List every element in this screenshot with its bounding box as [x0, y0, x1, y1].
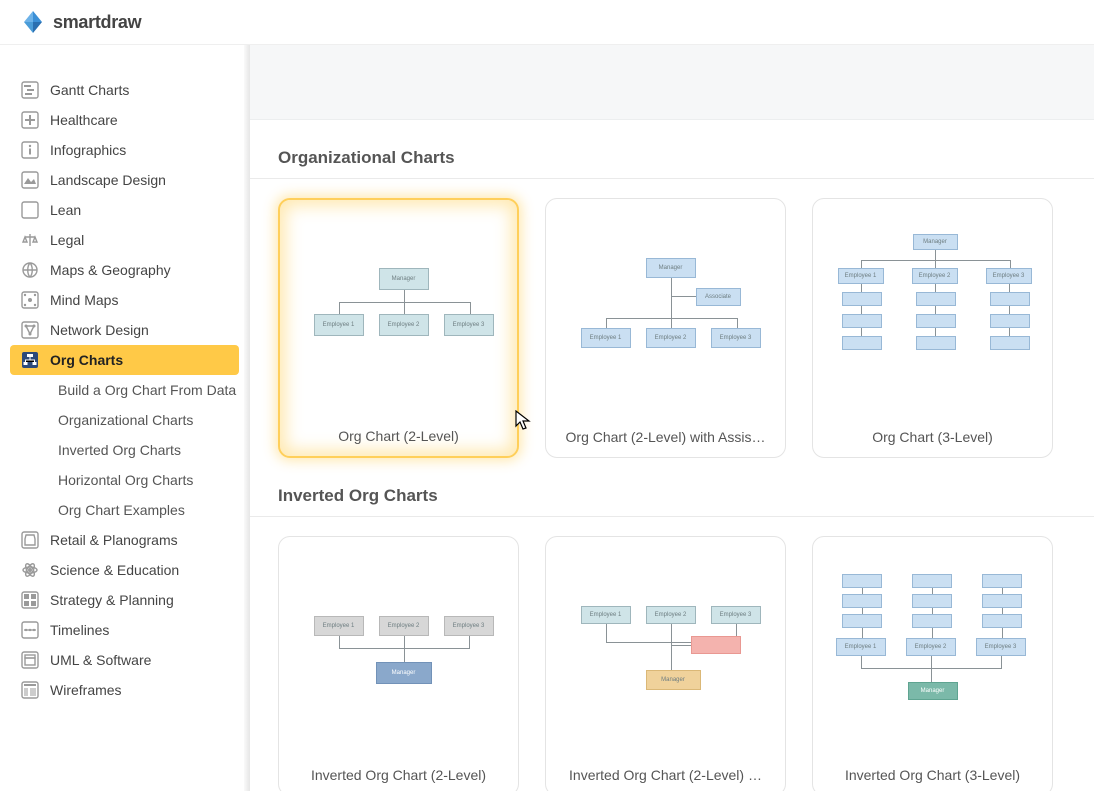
sidebar-subitem-build-a-org-chart-from-data[interactable]: Build a Org Chart From Data	[0, 375, 249, 405]
sidebar-item-mind-maps[interactable]: Mind Maps	[0, 285, 249, 315]
template-card-label: Org Chart (3-Level)	[872, 417, 993, 457]
template-card[interactable]: Employee 1Employee 2Employee 3ManagerInv…	[812, 536, 1053, 791]
mouse-cursor	[515, 410, 533, 437]
sidebar-item-strategy-planning[interactable]: Strategy & Planning	[0, 585, 249, 615]
section-title: Organizational Charts	[250, 120, 1094, 179]
wireframe-icon	[20, 680, 40, 700]
template-card[interactable]: Employee 1Employee 2Employee 3ManagerInv…	[545, 536, 786, 791]
sidebar-item-science-education[interactable]: Science & Education	[0, 555, 249, 585]
sidebar-item-label: Retail & Planograms	[50, 532, 178, 548]
sidebar-item-label: Maps & Geography	[50, 262, 171, 278]
app-header: smartdraw	[0, 0, 1094, 45]
plus-icon	[20, 110, 40, 130]
template-card-label: Inverted Org Chart (2-Level)	[311, 755, 486, 791]
sidebar-item-healthcare[interactable]: Healthcare	[0, 105, 249, 135]
sidebar-item-label: Timelines	[50, 622, 109, 638]
template-thumbnail: ManagerAssociateEmployee 1Employee 2Empl…	[546, 199, 785, 417]
section-title: Inverted Org Charts	[250, 458, 1094, 517]
sidebar-item-network-design[interactable]: Network Design	[0, 315, 249, 345]
uml-icon	[20, 650, 40, 670]
logo-text: smartdraw	[53, 12, 141, 33]
timelines-icon	[20, 620, 40, 640]
template-card[interactable]: ManagerAssociateEmployee 1Employee 2Empl…	[545, 198, 786, 458]
sidebar: Gantt Charts Healthcare Infographics Landsc…	[0, 45, 250, 791]
sidebar-item-org-charts[interactable]: Org Charts	[10, 345, 239, 375]
sidebar-item-uml-software[interactable]: UML & Software	[0, 645, 249, 675]
sidebar-item-timelines[interactable]: Timelines	[0, 615, 249, 645]
template-thumbnail: Employee 1Employee 2Employee 3Manager	[813, 537, 1052, 755]
orgchart-icon	[20, 350, 40, 370]
sidebar-item-label: Infographics	[50, 142, 126, 158]
template-card[interactable]: ManagerEmployee 1Employee 2Employee 3Org…	[812, 198, 1053, 458]
science-icon	[20, 560, 40, 580]
template-card-row: ManagerEmployee 1Employee 2Employee 3Org…	[250, 198, 1094, 458]
sidebar-item-infographics[interactable]: Infographics	[0, 135, 249, 165]
info-icon	[20, 140, 40, 160]
sidebar-item-legal[interactable]: Legal	[0, 225, 249, 255]
lean-icon	[20, 200, 40, 220]
template-card-label: Org Chart (2-Level)	[338, 416, 459, 456]
sidebar-subitem-inverted-org-charts[interactable]: Inverted Org Charts	[0, 435, 249, 465]
template-thumbnail: Employee 1Employee 2Employee 3Manager	[279, 537, 518, 755]
sidebar-subitem-org-chart-examples[interactable]: Org Chart Examples	[0, 495, 249, 525]
mindmap-icon	[20, 290, 40, 310]
sidebar-item-label: Strategy & Planning	[50, 592, 174, 608]
network-icon	[20, 320, 40, 340]
template-card-label: Inverted Org Chart (3-Level)	[845, 755, 1020, 791]
legal-icon	[20, 230, 40, 250]
sidebar-item-label: Legal	[50, 232, 84, 248]
sidebar-item-lean[interactable]: Lean	[0, 195, 249, 225]
sidebar-item-label: Lean	[50, 202, 81, 218]
sidebar-item-maps-geography[interactable]: Maps & Geography	[0, 255, 249, 285]
sidebar-item-label: Gantt Charts	[50, 82, 129, 98]
retail-icon	[20, 530, 40, 550]
sidebar-item-label: Wireframes	[50, 682, 122, 698]
logo-icon	[20, 9, 46, 35]
template-card[interactable]: Employee 1Employee 2Employee 3ManagerInv…	[278, 536, 519, 791]
main-panel: Organizational Charts ManagerEmployee 1Em…	[250, 45, 1094, 791]
template-card-row: Employee 1Employee 2Employee 3ManagerInv…	[250, 536, 1094, 791]
sidebar-item-landscape-design[interactable]: Landscape Design	[0, 165, 249, 195]
sidebar-item-label: Science & Education	[50, 562, 179, 578]
sidebar-item-label: UML & Software	[50, 652, 151, 668]
strategy-icon	[20, 590, 40, 610]
sidebar-item-label: Org Charts	[50, 352, 123, 368]
template-thumbnail: ManagerEmployee 1Employee 2Employee 3	[813, 199, 1052, 417]
sidebar-item-retail-planograms[interactable]: Retail & Planograms	[0, 525, 249, 555]
template-card-label: Inverted Org Chart (2-Level) …	[569, 755, 762, 791]
logo[interactable]: smartdraw	[20, 9, 141, 35]
globe-icon	[20, 260, 40, 280]
sidebar-item-wireframes[interactable]: Wireframes	[0, 675, 249, 705]
sidebar-item-gantt-charts[interactable]: Gantt Charts	[0, 75, 249, 105]
template-card-label: Org Chart (2-Level) with Assis…	[566, 417, 766, 457]
sidebar-item-label: Mind Maps	[50, 292, 118, 308]
sidebar-item-label: Landscape Design	[50, 172, 166, 188]
sidebar-subitem-organizational-charts[interactable]: Organizational Charts	[0, 405, 249, 435]
template-thumbnail: ManagerEmployee 1Employee 2Employee 3	[280, 200, 517, 416]
gantt-icon	[20, 80, 40, 100]
template-thumbnail: Employee 1Employee 2Employee 3Manager	[546, 537, 785, 755]
template-card[interactable]: ManagerEmployee 1Employee 2Employee 3Org…	[278, 198, 519, 458]
toolbar-placeholder	[250, 45, 1094, 120]
sidebar-subitem-horizontal-org-charts[interactable]: Horizontal Org Charts	[0, 465, 249, 495]
landscape-icon	[20, 170, 40, 190]
sidebar-item-label: Network Design	[50, 322, 149, 338]
sidebar-item-label: Healthcare	[50, 112, 118, 128]
